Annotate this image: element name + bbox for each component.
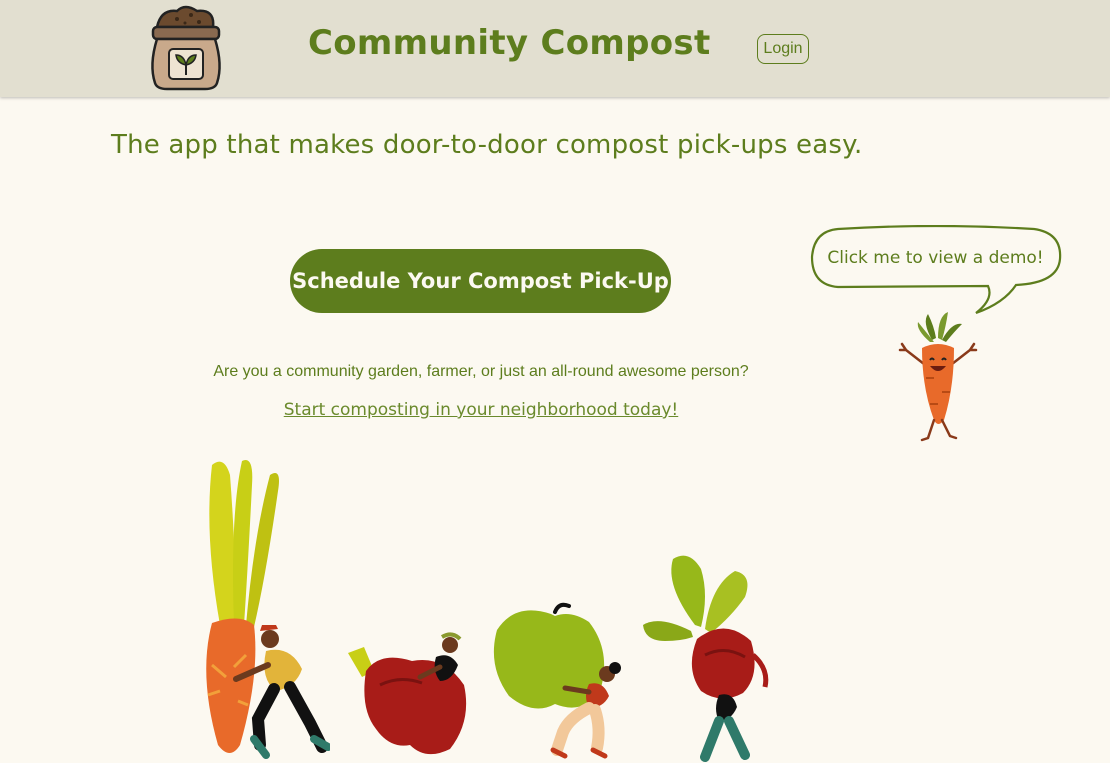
- carrot-mascot-icon[interactable]: [894, 308, 984, 443]
- carrot-figure: [206, 460, 330, 759]
- demo-speech-bubble[interactable]: Click me to view a demo!: [808, 225, 1066, 317]
- start-composting-link[interactable]: Start composting in your neighborhood to…: [0, 400, 962, 420]
- apple-figure: [493, 602, 621, 759]
- demo-bubble-text: Click me to view a demo!: [827, 248, 1044, 268]
- speech-bubble-shape: [810, 225, 1062, 315]
- login-button[interactable]: Login: [757, 34, 809, 64]
- community-question: Are you a community garden, farmer, or j…: [213, 363, 749, 380]
- schedule-pickup-button[interactable]: Schedule Your Compost Pick-Up: [290, 249, 671, 313]
- pepper-figure: [348, 632, 467, 755]
- compost-bag-icon: [151, 5, 221, 91]
- beet-figure: [643, 555, 769, 762]
- tagline: The app that makes door-to-door compost …: [111, 130, 863, 160]
- app-title: Community Compost: [308, 23, 711, 63]
- vegetable-people-illustration: [180, 455, 780, 763]
- app-header: Community Compost Login: [0, 0, 1110, 97]
